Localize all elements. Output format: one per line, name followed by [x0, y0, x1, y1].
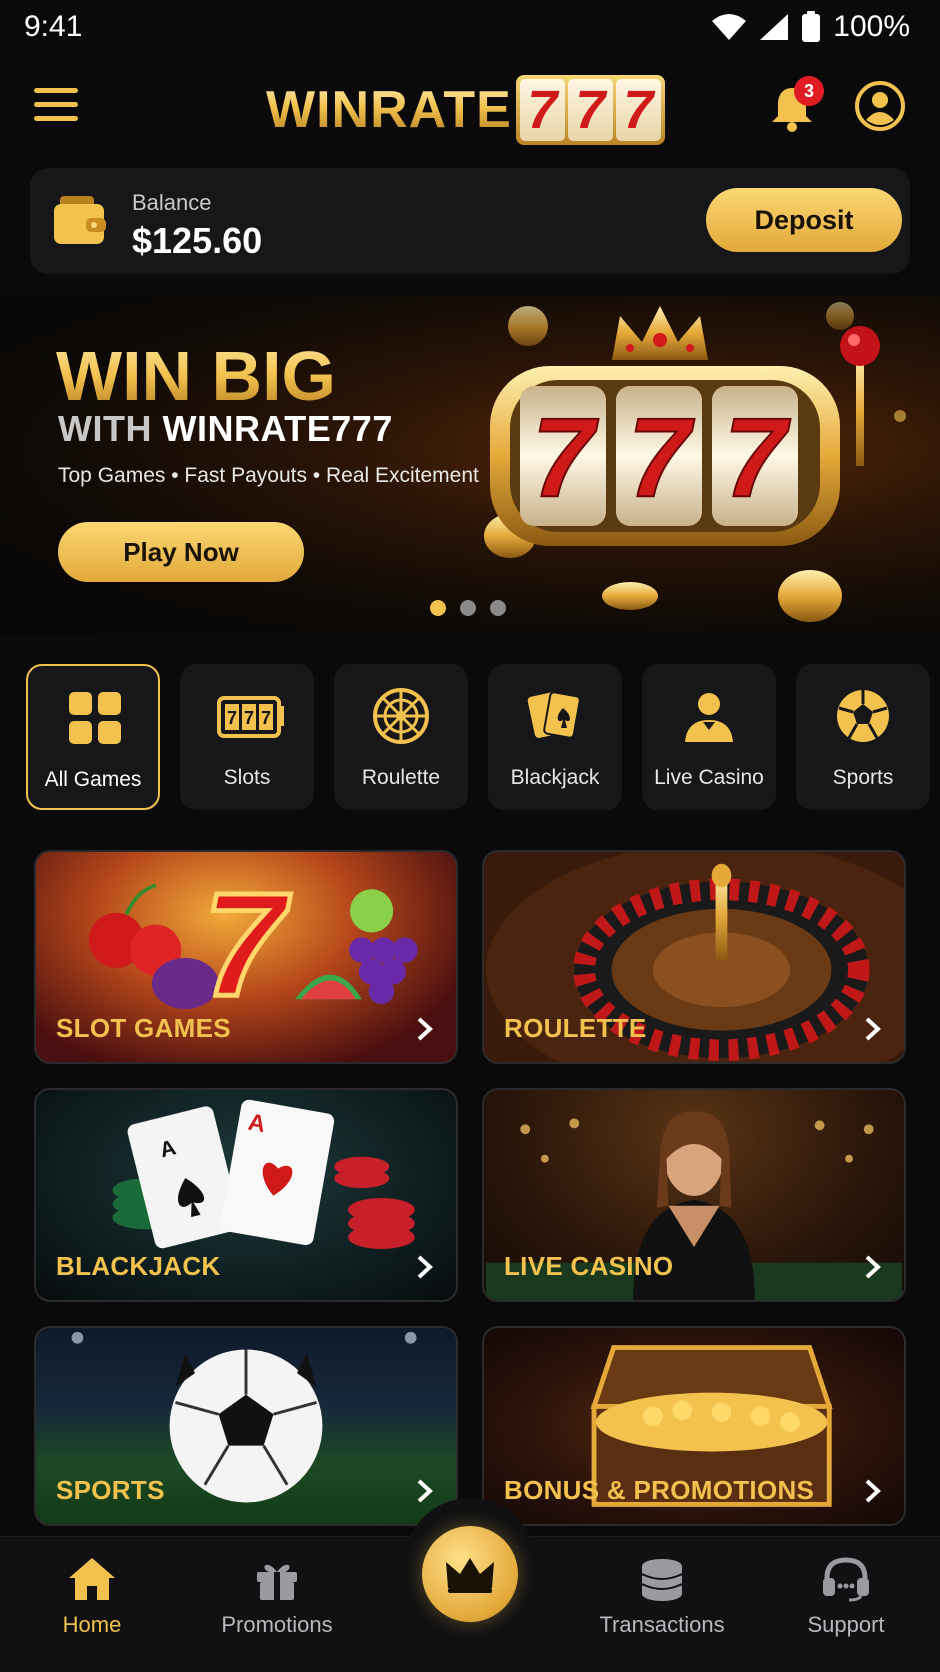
svg-text:7: 7 — [203, 863, 291, 1027]
hero-banner[interactable]: WIN BIG WITH WINRATE777 Top Games • Fast… — [0, 296, 940, 636]
category-tabs: All Games 7 7 7 Slots Roulette Blackjack — [26, 664, 940, 812]
hamburger-menu-button[interactable] — [34, 88, 78, 128]
deposit-button[interactable]: Deposit — [706, 188, 902, 252]
logo-reel-digit: 7 — [519, 79, 565, 141]
category-label: All Games — [44, 768, 142, 791]
category-label: Slots — [223, 766, 271, 789]
balance-label: Balance — [132, 190, 212, 215]
logo-text: WINRATE — [266, 81, 512, 139]
brand-logo[interactable]: WINRATE 7 7 7 — [266, 70, 665, 150]
wifi-icon — [712, 14, 747, 40]
nav-support[interactable]: Support — [766, 1556, 926, 1656]
home-icon — [69, 1558, 115, 1600]
grid-icon — [69, 692, 121, 744]
game-card-bonus-promotions[interactable]: BONUS & PROMOTIONS — [482, 1326, 906, 1526]
game-card-slot-games[interactable]: 7 SLOT GAMES — [34, 850, 458, 1064]
carousel-dot[interactable] — [460, 600, 476, 616]
category-label: Roulette — [361, 766, 441, 789]
hero-subtitle-line: WITH WINRATE777 — [58, 408, 393, 450]
balance-amount: $125.60 — [132, 220, 263, 261]
profile-button[interactable] — [854, 80, 906, 132]
hero-reel-digit: 7 — [532, 395, 599, 520]
game-card-label: SPORTS — [56, 1475, 165, 1505]
chevron-right-icon — [865, 1479, 881, 1503]
game-card-sports[interactable]: SPORTS — [34, 1326, 458, 1526]
svg-text:7: 7 — [261, 708, 271, 728]
logo-reels: 7 7 7 — [515, 75, 665, 145]
nav-label: Promotions — [221, 1612, 333, 1637]
svg-text:7: 7 — [244, 708, 254, 728]
category-slots[interactable]: 7 7 7 Slots — [180, 664, 314, 810]
game-card-label: ROULETTE — [504, 1013, 647, 1043]
chevron-right-icon — [865, 1255, 881, 1279]
nav-crown-button[interactable] — [422, 1526, 518, 1622]
dealer-icon — [685, 693, 733, 742]
nav-label: Support — [807, 1612, 885, 1637]
carousel-dot[interactable] — [490, 600, 506, 616]
user-avatar-icon — [855, 81, 905, 131]
soccer-ball-icon — [837, 690, 889, 742]
logo-reel-digit: 7 — [567, 79, 613, 141]
status-bar: 9:41 100% — [0, 0, 940, 56]
nav-home[interactable]: Home — [12, 1556, 172, 1656]
game-card-blackjack[interactable]: A A BLACKJACK — [34, 1088, 458, 1302]
hero-tagline: Top Games • Fast Payouts • Real Exciteme… — [58, 464, 479, 487]
status-indicators: 100% — [711, 10, 910, 44]
category-label: Blackjack — [510, 766, 600, 789]
notification-badge: 3 — [794, 76, 824, 106]
category-label: Sports — [832, 766, 894, 789]
chevron-right-icon — [417, 1255, 433, 1279]
carousel-dot-active[interactable] — [430, 600, 446, 616]
hero-title-prefix: WITH — [58, 408, 152, 449]
battery-icon — [802, 11, 821, 42]
slot-machine-icon: 7 7 7 — [217, 696, 284, 738]
game-card-label: BONUS & PROMOTIONS — [504, 1475, 815, 1505]
nav-promotions[interactable]: Promotions — [197, 1556, 357, 1656]
category-sports[interactable]: Sports — [796, 664, 930, 810]
crown-icon — [446, 1558, 494, 1593]
gift-icon — [257, 1564, 297, 1600]
hero-reel-digit: 7 — [724, 395, 791, 520]
nav-transactions[interactable]: Transactions — [582, 1556, 742, 1656]
category-blackjack[interactable]: Blackjack — [488, 664, 622, 810]
hero-title: WIN BIG — [56, 337, 336, 415]
status-time: 9:41 — [24, 10, 83, 43]
nav-label: Transactions — [599, 1612, 725, 1637]
menu-icon-bar — [34, 116, 78, 121]
wallet-icon — [54, 196, 106, 244]
slot-machine-777-illustration: 7 7 7 — [484, 302, 906, 622]
chevron-right-icon — [865, 1017, 881, 1041]
carousel-dots — [430, 600, 506, 616]
game-card-label: BLACKJACK — [56, 1251, 221, 1281]
category-roulette[interactable]: Roulette — [334, 664, 468, 810]
notifications-button[interactable]: 3 — [768, 76, 824, 134]
nav-label: Home — [62, 1612, 122, 1637]
roulette-wheel-icon — [373, 688, 429, 744]
game-card-live-casino[interactable]: LIVE CASINO — [482, 1088, 906, 1302]
headset-icon — [823, 1557, 869, 1602]
chevron-right-icon — [417, 1017, 433, 1041]
category-all-games[interactable]: All Games — [26, 664, 160, 810]
menu-icon-bar — [34, 102, 78, 107]
chevron-right-icon — [417, 1479, 433, 1503]
logo-reel-digit: 7 — [615, 79, 661, 141]
game-card-label: LIVE CASINO — [504, 1251, 674, 1281]
category-label: Live Casino — [654, 766, 764, 789]
game-card-roulette[interactable]: ROULETTE — [482, 850, 906, 1064]
game-card-label: SLOT GAMES — [56, 1013, 231, 1043]
menu-icon-bar — [34, 88, 78, 93]
category-live-casino[interactable]: Live Casino — [642, 664, 776, 810]
playing-cards-icon — [527, 691, 581, 739]
coins-stack-icon — [641, 1559, 683, 1601]
balance-card: Balance $125.60 Deposit — [30, 168, 910, 274]
battery-percentage: 100% — [833, 10, 910, 43]
hero-title-brand: WINRATE777 — [162, 408, 393, 449]
app-header: WINRATE 7 7 7 3 — [0, 60, 940, 160]
hero-reel-digit: 7 — [628, 395, 695, 520]
cellular-signal-icon — [760, 14, 789, 40]
svg-text:7: 7 — [227, 708, 237, 728]
play-now-button[interactable]: Play Now — [58, 522, 304, 582]
